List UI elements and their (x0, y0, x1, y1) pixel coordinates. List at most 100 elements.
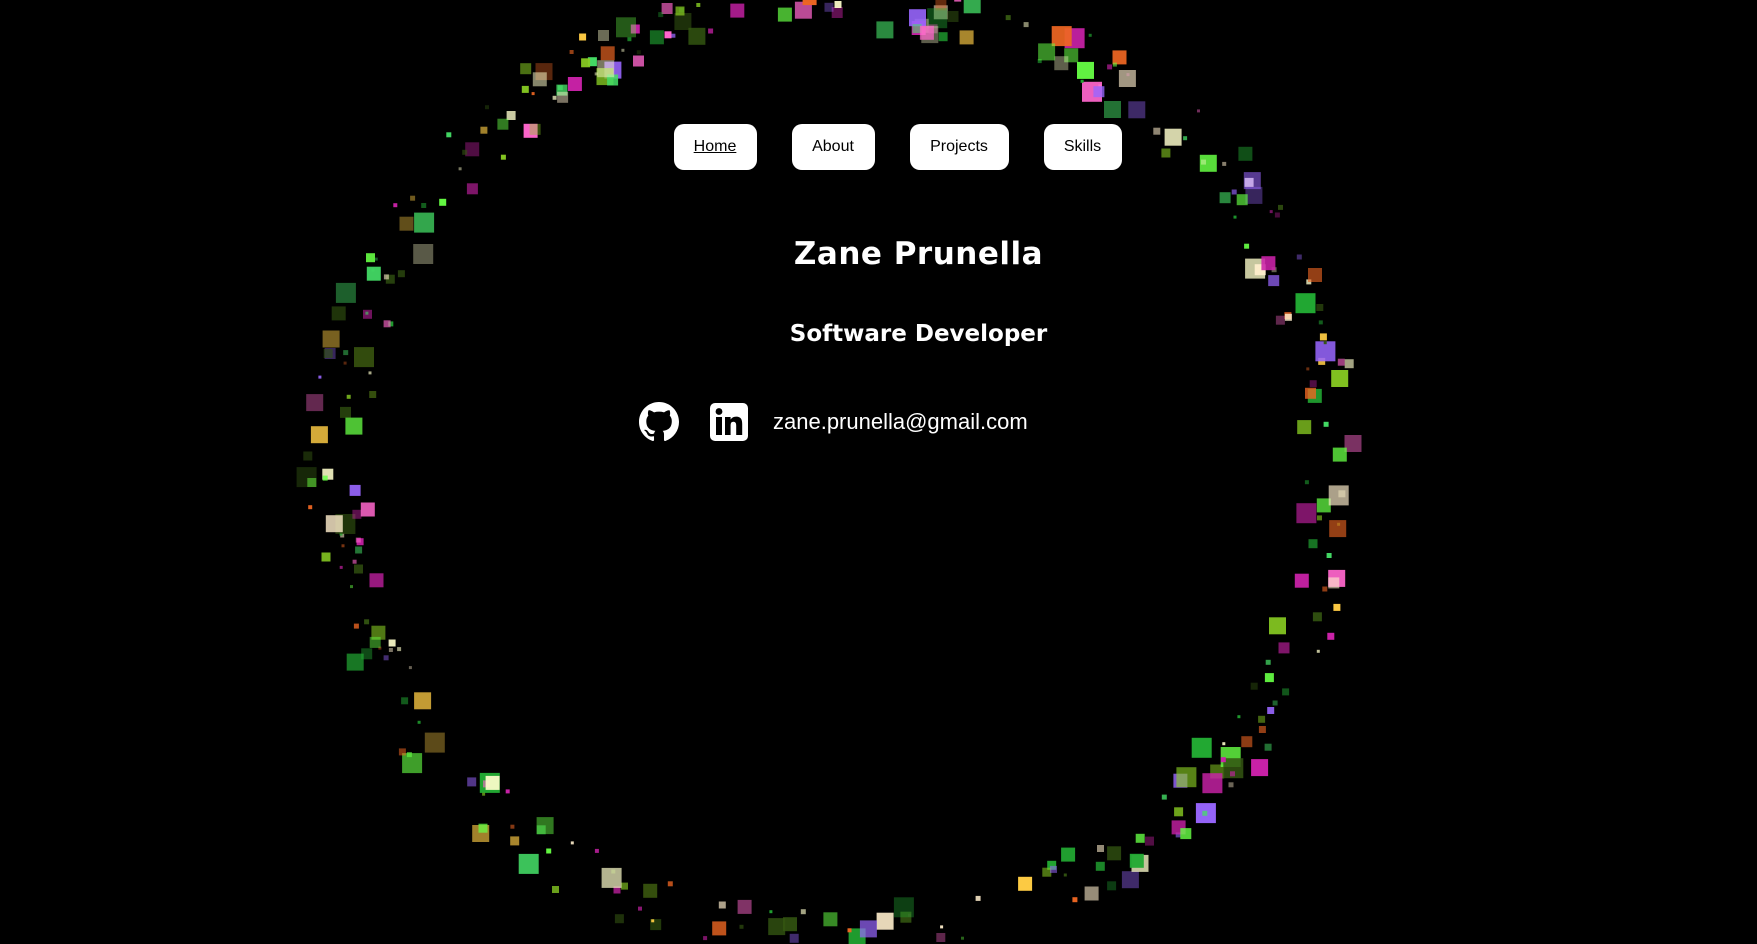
nav-home-button[interactable]: Home (673, 124, 757, 170)
particle (600, 46, 615, 61)
particle (421, 203, 427, 208)
particle (938, 32, 948, 42)
particle (1236, 194, 1248, 206)
particle (557, 85, 563, 91)
particle (557, 91, 569, 103)
particle (651, 919, 655, 923)
linkedin-link[interactable] (709, 402, 749, 442)
particle (1093, 86, 1105, 98)
particle (1112, 62, 1117, 67)
particle (361, 648, 373, 660)
particle (1180, 828, 1192, 840)
particle (703, 936, 708, 941)
particle (1063, 873, 1067, 877)
particle (1333, 603, 1341, 611)
particle (1328, 485, 1349, 506)
particle (633, 55, 644, 67)
particle (783, 917, 797, 932)
particle (340, 406, 351, 418)
particle (510, 836, 520, 846)
particle (331, 306, 346, 321)
particle (1316, 649, 1320, 653)
particle (567, 77, 582, 91)
particle (954, 0, 962, 2)
particle (1337, 358, 1345, 366)
particle (1104, 101, 1121, 118)
particle (1295, 293, 1316, 314)
nav-skills-button[interactable]: Skills (1043, 124, 1122, 170)
particle (321, 552, 331, 562)
particle (658, 12, 664, 18)
particle (1080, 79, 1084, 83)
particle (1284, 313, 1292, 321)
particle (737, 899, 752, 914)
particle (621, 48, 625, 52)
particle (569, 50, 574, 54)
particle (581, 58, 591, 68)
particle (398, 748, 406, 756)
particle (1128, 101, 1146, 119)
particle (388, 648, 393, 652)
particle (643, 883, 658, 898)
particle (402, 753, 423, 774)
email-link[interactable]: zane.prunella@gmail.com (773, 409, 1028, 435)
particle (1304, 480, 1309, 485)
particle (439, 198, 447, 206)
particle (350, 585, 353, 589)
particle (506, 111, 516, 120)
particle (417, 720, 421, 724)
subtitle-role: Software Developer (789, 321, 1048, 347)
particle (1312, 612, 1322, 622)
particle (708, 28, 714, 34)
particle (1072, 897, 1078, 903)
particle (739, 924, 744, 929)
page-title-name: Zane Prunella (793, 236, 1044, 272)
particle (388, 639, 396, 647)
particle (1202, 810, 1208, 816)
particle (466, 183, 478, 195)
particle (318, 375, 322, 379)
particle (1135, 833, 1145, 843)
particle (536, 817, 554, 835)
particle (1118, 70, 1136, 87)
particle (335, 282, 356, 303)
contact-row: zane.prunella@gmail.com (639, 400, 1028, 444)
particle (597, 60, 615, 78)
particle (383, 274, 389, 280)
particle (671, 33, 676, 38)
particle (1220, 757, 1226, 763)
particle (664, 31, 672, 39)
particle (1237, 715, 1241, 719)
particle (1054, 56, 1069, 71)
particle (688, 27, 706, 45)
particle (876, 912, 894, 930)
particle (354, 347, 374, 368)
nav-projects-button[interactable]: Projects (909, 124, 1009, 170)
particle (876, 21, 894, 39)
particle (1129, 853, 1144, 868)
particle (343, 350, 349, 356)
nav-about-button[interactable]: About (791, 124, 875, 170)
particle (638, 906, 642, 911)
particle (909, 9, 926, 27)
particle (975, 895, 981, 901)
particle (730, 3, 745, 18)
particle (768, 918, 786, 936)
particle (1327, 632, 1335, 640)
particle (1268, 275, 1280, 287)
particle (1317, 515, 1322, 521)
particle (1308, 539, 1318, 549)
particle (961, 936, 964, 940)
github-link[interactable] (639, 402, 679, 442)
particle (485, 775, 500, 790)
particle (414, 212, 435, 233)
particle (1326, 553, 1332, 558)
particle (1219, 192, 1231, 204)
particle (947, 11, 959, 22)
particle (1161, 794, 1167, 800)
particle (1107, 881, 1117, 891)
particle (675, 6, 685, 16)
particle (383, 655, 389, 661)
particle (940, 925, 944, 929)
particle (368, 371, 372, 375)
